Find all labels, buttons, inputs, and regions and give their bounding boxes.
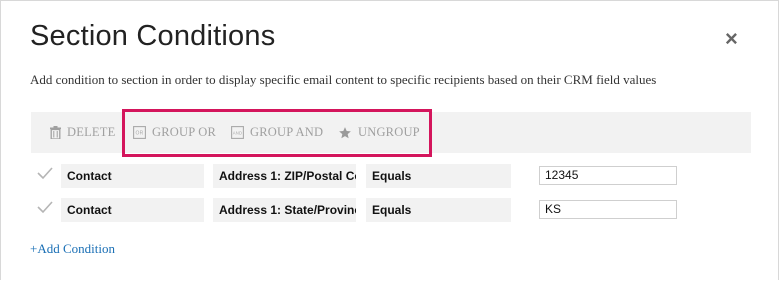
value-input[interactable]: 12345 <box>539 166 677 185</box>
condition-row: Contact Address 1: State/Province Equals… <box>31 198 751 222</box>
svg-text:OR: OR <box>136 131 144 137</box>
close-icon[interactable]: × <box>725 28 738 50</box>
operator-select[interactable]: Equals <box>366 164 511 188</box>
ungroup-label: UNGROUP <box>358 125 420 139</box>
value-input[interactable]: KS <box>539 200 677 219</box>
svg-text:AND: AND <box>233 131 242 136</box>
delete-button[interactable]: DELETE <box>50 112 115 153</box>
field-select[interactable]: Address 1: State/Province <box>213 198 356 222</box>
group-and-button[interactable]: AND GROUP AND <box>231 112 323 153</box>
star-icon <box>339 126 351 138</box>
add-condition-link[interactable]: +Add Condition <box>30 241 115 257</box>
group-or-icon: OR <box>133 126 146 139</box>
group-or-label: GROUP OR <box>152 125 216 139</box>
dialog-description: Add condition to section in order to dis… <box>30 72 657 87</box>
entity-select[interactable]: Contact <box>61 198 204 222</box>
checkmark-icon[interactable] <box>37 166 53 180</box>
ungroup-button[interactable]: UNGROUP <box>338 112 420 153</box>
group-and-label: GROUP AND <box>250 125 324 139</box>
conditions-toolbar: DELETE OR GROUP OR AND GROUP AND UNGROUP <box>31 112 751 153</box>
dialog-title: Section Conditions <box>30 20 276 52</box>
delete-label: DELETE <box>67 125 116 139</box>
field-select[interactable]: Address 1: ZIP/Postal Code <box>213 164 356 188</box>
condition-row: Contact Address 1: ZIP/Postal Code Equal… <box>31 164 751 188</box>
operator-select[interactable]: Equals <box>366 198 511 222</box>
group-and-icon: AND <box>231 126 244 139</box>
group-or-button[interactable]: OR GROUP OR <box>133 112 216 153</box>
checkmark-icon[interactable] <box>37 200 53 214</box>
trash-icon <box>50 126 61 139</box>
entity-select[interactable]: Contact <box>61 164 204 188</box>
